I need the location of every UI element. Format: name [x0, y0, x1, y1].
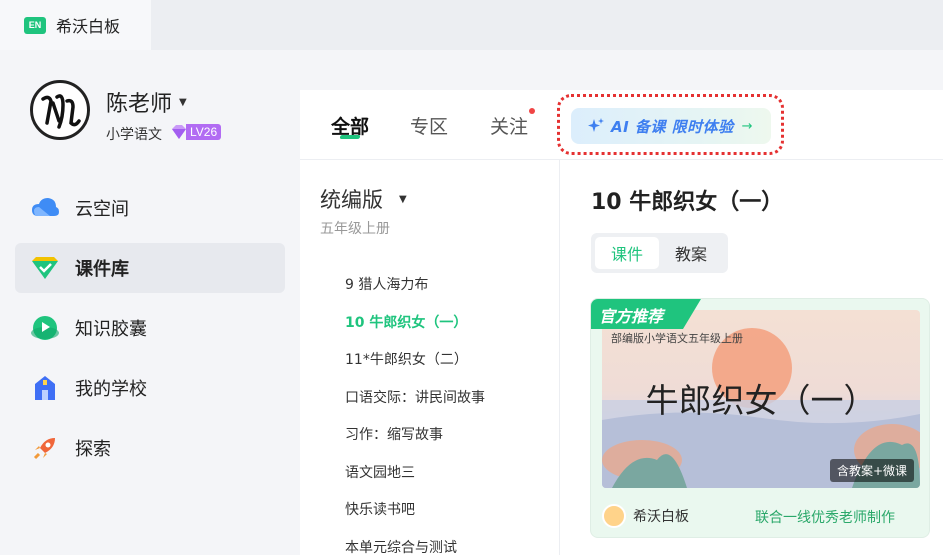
- card-footer: 希沃白板 联合一线优秀老师制作: [591, 493, 929, 537]
- ai-banner-text: AI 备课 限时体验: [611, 117, 734, 136]
- lesson-item[interactable]: 本单元综合与测试: [345, 537, 457, 555]
- sidebar-item-label: 云空间: [75, 199, 129, 220]
- user-subject: 小学语文: [106, 127, 162, 143]
- chevron-down-icon[interactable]: ▼: [399, 194, 407, 205]
- segment-courseware[interactable]: 课件: [595, 237, 659, 269]
- app-name: 希沃白板: [56, 17, 121, 36]
- capsule-icon: [30, 313, 60, 343]
- sidebar-item-label: 探索: [75, 439, 111, 460]
- sidebar-item-cloud[interactable]: 云空间: [15, 183, 285, 233]
- app-logo: EN: [24, 16, 46, 34]
- chapter-list: 统编版 ▼ 五年级上册 9 猎人海力布 10 牛郎织女（一） 11*牛郎织女（二…: [300, 160, 560, 555]
- official-badge-text: 官方推荐: [599, 307, 664, 326]
- lesson-item[interactable]: 11*牛郎织女（二）: [345, 349, 468, 369]
- user-name[interactable]: 陈老师: [106, 86, 172, 118]
- school-icon: [30, 373, 60, 403]
- sidebar-item-label: 知识胶囊: [75, 319, 147, 340]
- avatar[interactable]: [30, 80, 90, 140]
- creator-avatar: [602, 504, 626, 528]
- sidebar-item-capsule[interactable]: 知识胶囊: [15, 303, 285, 353]
- sidebar: 陈老师 ▼ 小学语文 LV26 云空间 课件库 知识胶囊 我的学校 探索: [0, 50, 300, 555]
- tab-bar: 全部 专区 关注 AI 备课 限时体验 →: [300, 90, 943, 160]
- lesson-title: 10 牛郎织女（一）: [591, 190, 784, 215]
- creator-tag: 联合一线优秀老师制作: [755, 510, 895, 526]
- lesson-item[interactable]: 口语交际：讲民间故事: [345, 387, 485, 407]
- edition-select[interactable]: 统编版: [320, 184, 383, 214]
- main-top-strip: [300, 50, 943, 90]
- lesson-item[interactable]: 语文园地三: [345, 462, 415, 482]
- official-recommend-badge: 官方推荐: [591, 299, 701, 329]
- grade-label: 五年级上册: [320, 221, 390, 237]
- resource-type-toggle: 课件 教案: [591, 233, 728, 273]
- thumbnail-title: 牛郎织女（一）: [645, 381, 877, 420]
- cloud-icon: [30, 193, 60, 223]
- sidebar-item-courseware[interactable]: 课件库: [15, 243, 285, 293]
- lesson-item[interactable]: 习作：缩写故事: [345, 424, 443, 444]
- courseware-icon: [30, 253, 60, 283]
- courseware-thumbnail: 部编版小学语文五年级上册 牛郎织女（一） 含教案+微课: [602, 310, 920, 488]
- segment-lesson-plan[interactable]: 教案: [659, 237, 723, 269]
- lesson-item-active[interactable]: 10 牛郎织女（一）: [345, 312, 467, 332]
- lesson-item[interactable]: 9 猎人海力布: [345, 274, 428, 294]
- notification-dot: [529, 108, 535, 114]
- user-menu-caret-icon[interactable]: ▼: [179, 97, 187, 108]
- arrow-right-icon: →: [741, 118, 753, 134]
- app-tab[interactable]: EN 希沃白板: [0, 0, 151, 50]
- sidebar-nav: 云空间 课件库 知识胶囊 我的学校 探索: [15, 183, 285, 483]
- ai-lesson-prep-button[interactable]: AI 备课 限时体验 →: [571, 108, 771, 144]
- ai-banner-highlight: AI 备课 限时体验 →: [557, 94, 784, 155]
- sidebar-item-label: 课件库: [75, 259, 129, 280]
- courseware-card[interactable]: 部编版小学语文五年级上册 牛郎织女（一） 含教案+微课 官方推荐 希沃白板 联合…: [590, 298, 930, 538]
- title-bar: EN 希沃白板: [0, 0, 943, 50]
- main-panel: 全部 专区 关注 AI 备课 限时体验 → 统编版 ▼ 五年级上册 9 猎人海力…: [300, 50, 943, 555]
- sparkle-icon: [588, 118, 604, 132]
- lesson-item[interactable]: 快乐读书吧: [345, 499, 415, 519]
- creator-name: 希沃白板: [633, 509, 689, 525]
- level-badge: LV26: [170, 123, 222, 141]
- level-text: LV26: [186, 124, 222, 140]
- tab-active-indicator: [339, 135, 361, 139]
- thumbnail-series: 部编版小学语文五年级上册: [611, 332, 743, 345]
- rocket-icon: [30, 433, 60, 463]
- resource-tag: 含教案+微课: [829, 459, 914, 482]
- sidebar-item-school[interactable]: 我的学校: [15, 363, 285, 413]
- lesson-detail: 10 牛郎织女（一） 课件 教案 部编版小学语文五年级上册 牛郎织女（一） 含教…: [560, 160, 943, 555]
- tab-follow[interactable]: 关注: [490, 112, 528, 139]
- tab-zone[interactable]: 专区: [410, 112, 448, 139]
- sidebar-item-explore[interactable]: 探索: [15, 423, 285, 473]
- avatar-calligraphy-icon: [41, 94, 81, 129]
- sidebar-item-label: 我的学校: [75, 379, 147, 400]
